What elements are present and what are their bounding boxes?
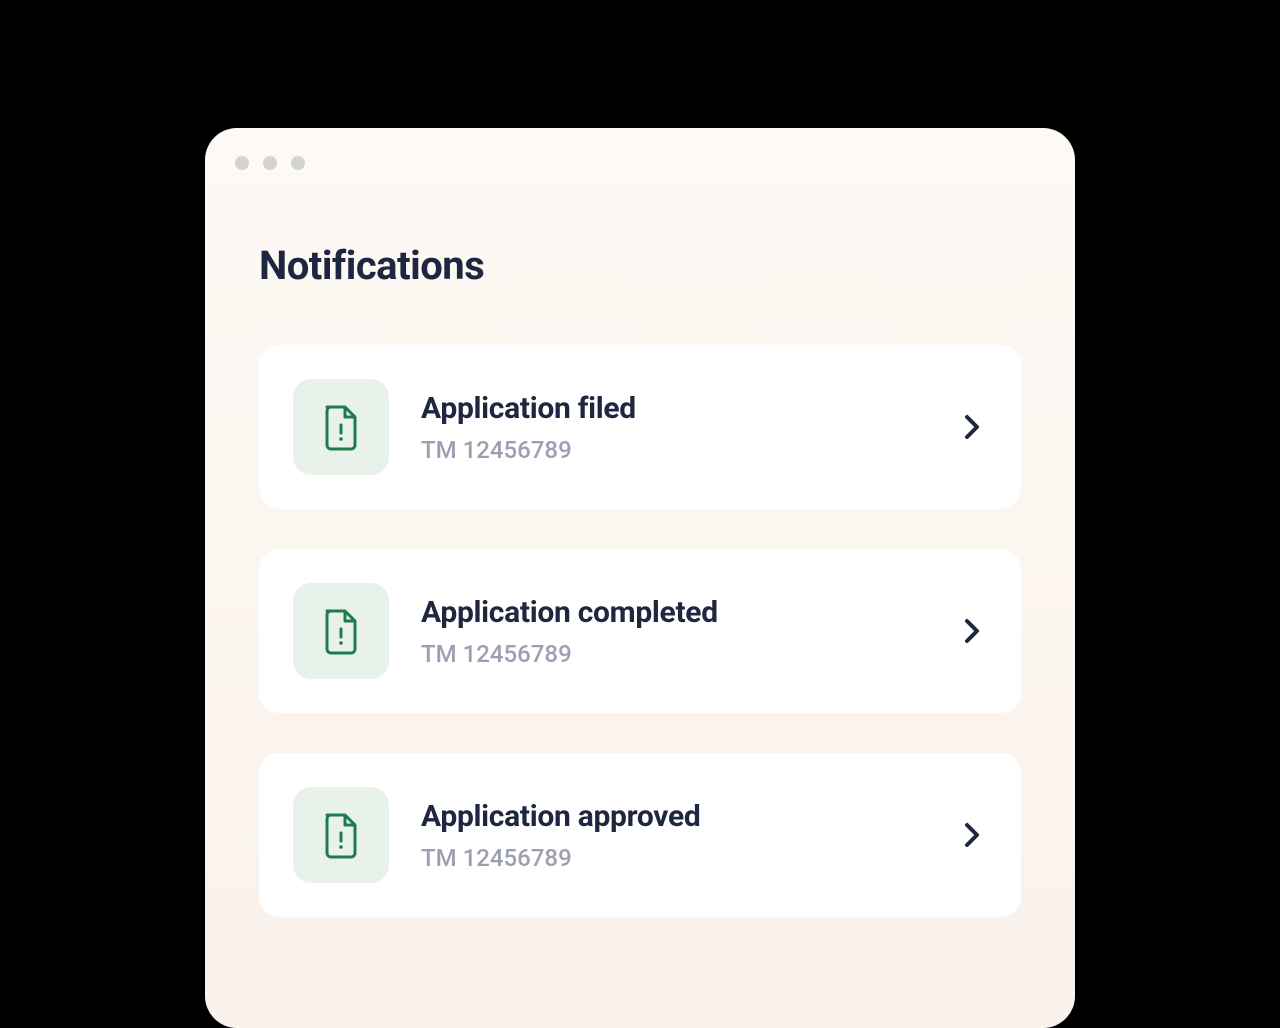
notification-subtitle: TM 12456789 — [421, 436, 931, 464]
document-alert-icon — [293, 787, 389, 883]
chevron-right-icon — [963, 821, 981, 849]
notification-subtitle: TM 12456789 — [421, 640, 931, 668]
notification-item[interactable]: Application approved TM 12456789 — [259, 753, 1021, 917]
notification-text: Application completed TM 12456789 — [421, 595, 931, 668]
page-title: Notifications — [259, 242, 1021, 289]
notification-item[interactable]: Application filed TM 12456789 — [259, 345, 1021, 509]
notification-title: Application approved — [421, 799, 931, 834]
notification-title: Application completed — [421, 595, 931, 630]
traffic-light-dot — [235, 156, 249, 170]
document-alert-icon — [293, 379, 389, 475]
document-alert-icon — [293, 583, 389, 679]
traffic-light-dot — [291, 156, 305, 170]
traffic-light-dot — [263, 156, 277, 170]
notification-text: Application approved TM 12456789 — [421, 799, 931, 872]
notification-title: Application filed — [421, 391, 931, 426]
chevron-right-icon — [963, 413, 981, 441]
notification-subtitle: TM 12456789 — [421, 844, 931, 872]
notification-item[interactable]: Application completed TM 12456789 — [259, 549, 1021, 713]
window-controls — [235, 156, 1021, 170]
notification-list: Application filed TM 12456789 Applicatio — [259, 345, 1021, 917]
app-window: Notifications Application filed TM 12456… — [205, 128, 1075, 1028]
chevron-right-icon — [963, 617, 981, 645]
notification-text: Application filed TM 12456789 — [421, 391, 931, 464]
